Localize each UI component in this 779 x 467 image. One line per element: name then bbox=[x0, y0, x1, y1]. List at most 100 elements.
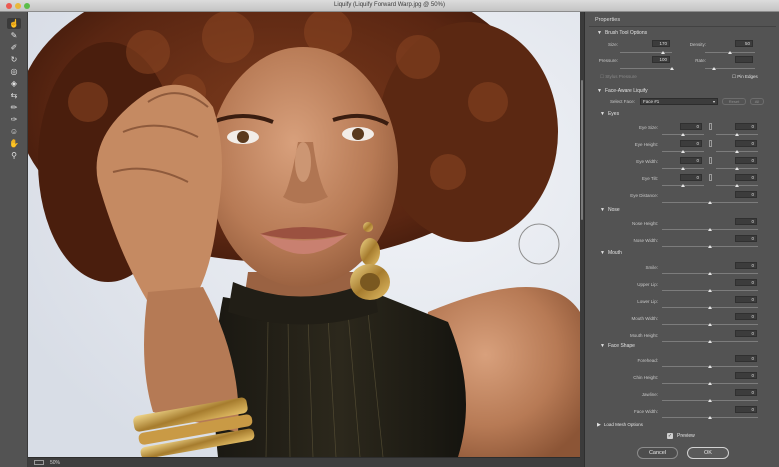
nose-width-input[interactable]: 0 bbox=[735, 235, 757, 242]
collapse-triangle-icon: ▼ bbox=[600, 207, 605, 213]
mouth-header[interactable]: ▼ Mouth bbox=[600, 250, 622, 256]
zoom-level[interactable]: 50% bbox=[50, 460, 60, 466]
link-icon[interactable] bbox=[709, 157, 712, 164]
eye-height-right-knob[interactable] bbox=[735, 150, 739, 153]
forward-warp-tool-icon[interactable]: ☝ bbox=[7, 18, 21, 29]
cancel-button[interactable]: Cancel bbox=[637, 447, 678, 459]
reconstruct-tool-icon[interactable]: ✎ bbox=[7, 30, 21, 41]
pucker-tool-icon[interactable]: ◎ bbox=[7, 66, 21, 77]
face-width-input[interactable]: 0 bbox=[735, 406, 757, 413]
preview-checkbox[interactable]: ✓ bbox=[667, 433, 673, 439]
eye-distance-input[interactable]: 0 bbox=[735, 191, 757, 198]
stylus-pressure-checkbox[interactable]: ☐ Stylus Pressure bbox=[600, 74, 637, 80]
mouth-height-label: Mouth Height: bbox=[629, 333, 658, 338]
nose-height-label: Nose Height: bbox=[631, 221, 658, 226]
eye-width-right-input[interactable]: 0 bbox=[735, 157, 757, 164]
panel-title: Properties bbox=[595, 17, 621, 23]
chin-height-knob[interactable] bbox=[708, 382, 712, 385]
pressure-slider-track[interactable] bbox=[620, 68, 672, 69]
eye-tilt-label: Eye Tilt: bbox=[641, 176, 658, 181]
eye-tilt-left-knob[interactable] bbox=[681, 184, 685, 187]
ok-button[interactable]: OK bbox=[687, 447, 729, 459]
eye-size-right-input[interactable]: 0 bbox=[735, 123, 757, 130]
portrait-photo bbox=[28, 12, 580, 457]
eye-size-left-knob[interactable] bbox=[681, 133, 685, 136]
twirl-tool-icon[interactable]: ↻ bbox=[7, 54, 21, 65]
thaw-mask-tool-icon[interactable]: ✑ bbox=[7, 114, 21, 125]
eye-tilt-right-knob[interactable] bbox=[735, 184, 739, 187]
eye-height-label: Eye Height: bbox=[634, 142, 658, 147]
upper-lip-input[interactable]: 0 bbox=[735, 279, 757, 286]
eye-size-left-input[interactable]: 0 bbox=[680, 123, 702, 130]
eye-height-right-input[interactable]: 0 bbox=[735, 140, 757, 147]
eye-width-left-knob[interactable] bbox=[681, 167, 685, 170]
upper-lip-knob[interactable] bbox=[708, 289, 712, 292]
link-icon[interactable] bbox=[709, 140, 712, 147]
nose-width-knob[interactable] bbox=[708, 245, 712, 248]
canvas-scroll-thumb[interactable] bbox=[581, 80, 583, 220]
smooth-tool-icon[interactable]: ✐ bbox=[7, 42, 21, 53]
chin-height-input[interactable]: 0 bbox=[735, 372, 757, 379]
rate-slider-knob[interactable] bbox=[712, 67, 716, 70]
select-face-dropdown[interactable]: Face #1 ▾ bbox=[640, 98, 718, 105]
eye-height-left-knob[interactable] bbox=[681, 150, 685, 153]
eye-width-left-input[interactable]: 0 bbox=[680, 157, 702, 164]
freeze-mask-tool-icon[interactable]: ✏ bbox=[7, 102, 21, 113]
brush-tool-options-header[interactable]: ▼ Brush Tool Options bbox=[597, 30, 647, 36]
preview-label: Preview bbox=[677, 433, 695, 439]
eye-size-right-knob[interactable] bbox=[735, 133, 739, 136]
eye-tilt-right-input[interactable]: 0 bbox=[735, 174, 757, 181]
eye-height-left-input[interactable]: 0 bbox=[680, 140, 702, 147]
density-slider-knob[interactable] bbox=[728, 51, 732, 54]
link-icon[interactable] bbox=[709, 123, 712, 130]
mouth-width-input[interactable]: 0 bbox=[735, 313, 757, 320]
push-left-tool-icon[interactable]: ⇆ bbox=[7, 90, 21, 101]
face-width-knob[interactable] bbox=[708, 416, 712, 419]
face-aware-liquify-header[interactable]: ▼ Face-Aware Liquify bbox=[597, 88, 648, 94]
hand-tool-icon[interactable]: ✋ bbox=[7, 138, 21, 149]
collapse-triangle-icon: ▼ bbox=[597, 88, 602, 94]
nose-height-knob[interactable] bbox=[708, 228, 712, 231]
forehead-knob[interactable] bbox=[708, 365, 712, 368]
link-icon[interactable] bbox=[709, 174, 712, 181]
select-face-label: Select Face: bbox=[609, 99, 635, 104]
eye-distance-knob[interactable] bbox=[708, 201, 712, 204]
size-slider-knob[interactable] bbox=[661, 51, 665, 54]
upper-lip-label: Upper Lip: bbox=[637, 282, 658, 287]
forehead-input[interactable]: 0 bbox=[735, 355, 757, 362]
eye-width-label: Eye Width: bbox=[636, 159, 658, 164]
eye-width-right-knob[interactable] bbox=[735, 167, 739, 170]
nose-width-label: Nose Width: bbox=[633, 238, 658, 243]
face-tool-icon[interactable]: ☺ bbox=[7, 126, 21, 137]
pin-edges-checkbox[interactable]: ☐ Pin Edges bbox=[732, 74, 758, 80]
window-title: Liquify (Liquify Forward Warp.jpg @ 50%) bbox=[334, 2, 445, 8]
reset-button[interactable]: Reset bbox=[722, 98, 746, 105]
size-input[interactable]: 170 bbox=[652, 40, 670, 47]
image-canvas[interactable] bbox=[28, 12, 580, 457]
lower-lip-knob[interactable] bbox=[708, 306, 712, 309]
face-shape-header[interactable]: ▼ Face Shape bbox=[600, 343, 635, 349]
pressure-input[interactable]: 100 bbox=[652, 56, 670, 63]
load-mesh-options-header[interactable]: ▶ Load Mesh Options bbox=[597, 422, 643, 428]
fit-screen-icon[interactable] bbox=[34, 460, 44, 465]
density-input[interactable]: 50 bbox=[735, 40, 753, 47]
collapse-triangle-icon: ▼ bbox=[597, 30, 602, 36]
smile-input[interactable]: 0 bbox=[735, 262, 757, 269]
nose-height-input[interactable]: 0 bbox=[735, 218, 757, 225]
nose-header[interactable]: ▼ Nose bbox=[600, 207, 620, 213]
rate-input[interactable] bbox=[735, 56, 753, 63]
bloat-tool-icon[interactable]: ◈ bbox=[7, 78, 21, 89]
mouth-height-knob[interactable] bbox=[708, 340, 712, 343]
jawline-knob[interactable] bbox=[708, 399, 712, 402]
zoom-tool-icon[interactable]: ⚲ bbox=[7, 150, 21, 161]
all-button[interactable]: All bbox=[750, 98, 764, 105]
eyes-header[interactable]: ▼ Eyes bbox=[600, 111, 619, 117]
pressure-slider-knob[interactable] bbox=[670, 67, 674, 70]
chevron-down-icon: ▾ bbox=[712, 99, 715, 104]
mouth-height-input[interactable]: 0 bbox=[735, 330, 757, 337]
smile-knob[interactable] bbox=[708, 272, 712, 275]
mouth-width-knob[interactable] bbox=[708, 323, 712, 326]
eye-tilt-left-input[interactable]: 0 bbox=[680, 174, 702, 181]
jawline-input[interactable]: 0 bbox=[735, 389, 757, 396]
lower-lip-input[interactable]: 0 bbox=[735, 296, 757, 303]
